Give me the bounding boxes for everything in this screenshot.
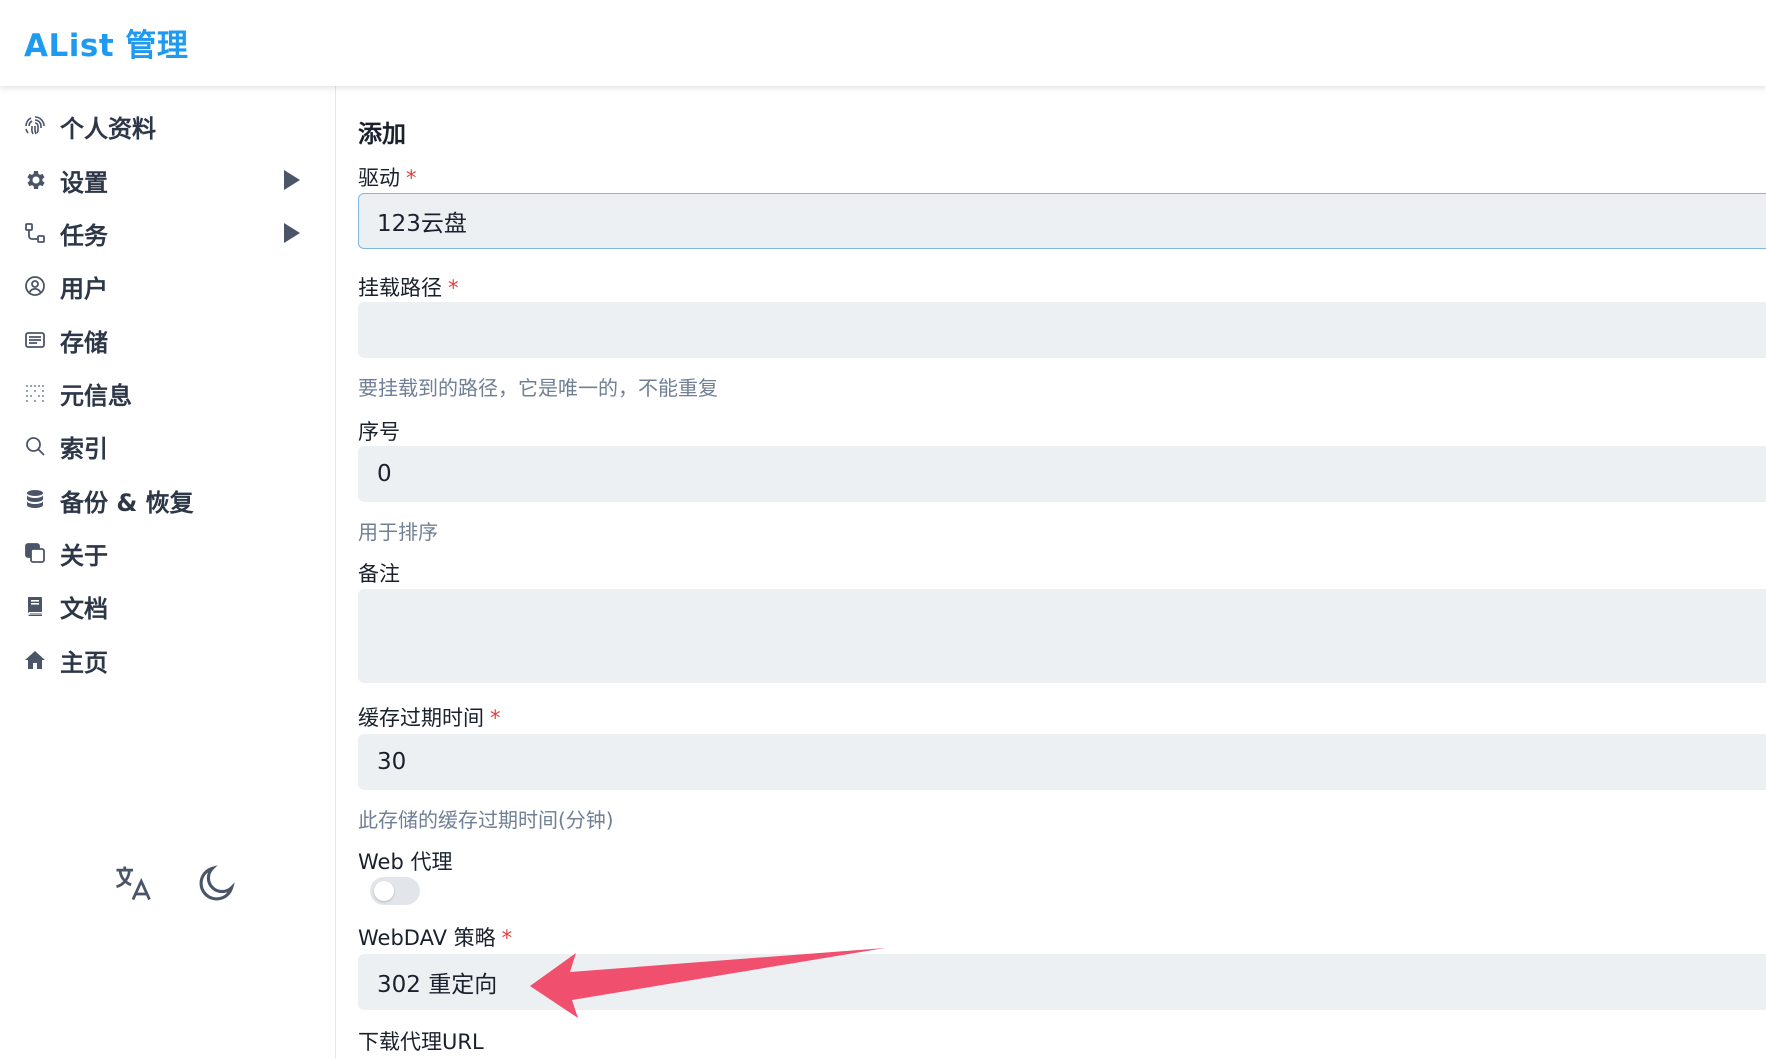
download-proxy-url-label: 下载代理URL: [358, 1030, 484, 1054]
top-header: AList 管理: [0, 0, 1766, 86]
sidebar-item-storages[interactable]: 存储: [22, 318, 314, 362]
copy-icon: [22, 540, 48, 566]
language-button[interactable]: [108, 860, 158, 910]
sidebar-item-indexes[interactable]: 索引: [22, 424, 314, 468]
required-mark: *: [448, 276, 459, 300]
flow-icon: [22, 220, 48, 246]
user-circle-icon: [22, 273, 48, 299]
remark-label: 备注: [358, 562, 400, 586]
required-mark: *: [490, 706, 501, 730]
database-icon: [22, 487, 48, 513]
caret-right-icon[interactable]: [284, 170, 300, 190]
driver-label: 驱动 *: [358, 166, 417, 190]
gear-icon: [22, 167, 48, 193]
sidebar-item-tasks[interactable]: 任务: [22, 211, 314, 255]
sidebar-item-label: 索引: [60, 434, 108, 463]
driver-select[interactable]: 123云盘: [358, 193, 1766, 249]
sidebar-item-label: 主页: [60, 648, 108, 677]
search-icon: [22, 433, 48, 459]
translate-icon: [111, 861, 155, 909]
order-help: 用于排序: [358, 520, 438, 544]
app-title[interactable]: AList 管理: [24, 20, 188, 65]
required-mark: *: [406, 166, 417, 190]
cache-expiration-label: 缓存过期时间 *: [358, 706, 501, 730]
switch-knob: [374, 881, 394, 901]
sidebar-item-label: 关于: [60, 541, 108, 570]
order-input[interactable]: 0: [358, 446, 1766, 502]
sidebar-tools: [108, 860, 242, 910]
mount-path-input[interactable]: [358, 302, 1766, 358]
book-icon: [22, 593, 48, 619]
sidebar-item-home[interactable]: 主页: [22, 638, 314, 682]
mount-path-help: 要挂载到的路径，它是唯一的，不能重复: [358, 376, 718, 400]
sidebar-item-label: 备份 & 恢复: [60, 488, 194, 517]
mount-path-label: 挂载路径 *: [358, 276, 459, 300]
required-mark: *: [501, 926, 513, 950]
webdav-policy-label: WebDAV 策略 *: [358, 926, 513, 950]
page-title: 添加: [358, 120, 406, 148]
sidebar-item-label: 文档: [60, 594, 108, 623]
sidebar-item-settings[interactable]: 设置: [22, 158, 314, 202]
sidebar-item-label: 个人资料: [60, 114, 156, 143]
order-label: 序号: [358, 420, 400, 444]
sidebar-item-profile[interactable]: 个人资料: [22, 104, 314, 148]
sidebar-item-metas[interactable]: 元信息: [22, 371, 314, 415]
cache-expiration-help: 此存储的缓存过期时间(分钟): [358, 808, 614, 832]
cache-expiration-input[interactable]: 30: [358, 734, 1766, 790]
sidebar-item-label: 任务: [60, 221, 108, 250]
web-proxy-switch[interactable]: [370, 877, 420, 905]
home-icon: [22, 647, 48, 673]
sidebar-item-label: 元信息: [60, 381, 132, 410]
sidebar-item-backup-restore[interactable]: 备份 & 恢复: [22, 478, 314, 522]
remark-textarea[interactable]: [358, 589, 1766, 683]
annotation-arrow-icon: [530, 948, 885, 1018]
sidebar: 个人资料 设置 任务 用户 存储 元信息 索引 备份 & 恢复 关于 文档 主页: [0, 86, 336, 1059]
sidebar-item-label: 存储: [60, 328, 108, 357]
metadata-icon: [22, 380, 48, 406]
caret-right-icon[interactable]: [284, 223, 300, 243]
storage-list-icon: [22, 327, 48, 353]
web-proxy-label: Web 代理: [358, 850, 453, 874]
sidebar-item-label: 设置: [60, 168, 108, 197]
main-content: 添加 驱动 * 123云盘 挂载路径 * 要挂载到的路径，它是唯一的，不能重复 序号…: [358, 86, 1766, 1059]
sidebar-item-docs[interactable]: 文档: [22, 584, 314, 628]
theme-toggle-button[interactable]: [192, 860, 242, 910]
moon-icon: [195, 861, 239, 909]
sidebar-item-about[interactable]: 关于: [22, 531, 314, 575]
fingerprint-icon: [22, 113, 48, 139]
sidebar-item-users[interactable]: 用户: [22, 264, 314, 308]
sidebar-item-label: 用户: [60, 274, 108, 303]
